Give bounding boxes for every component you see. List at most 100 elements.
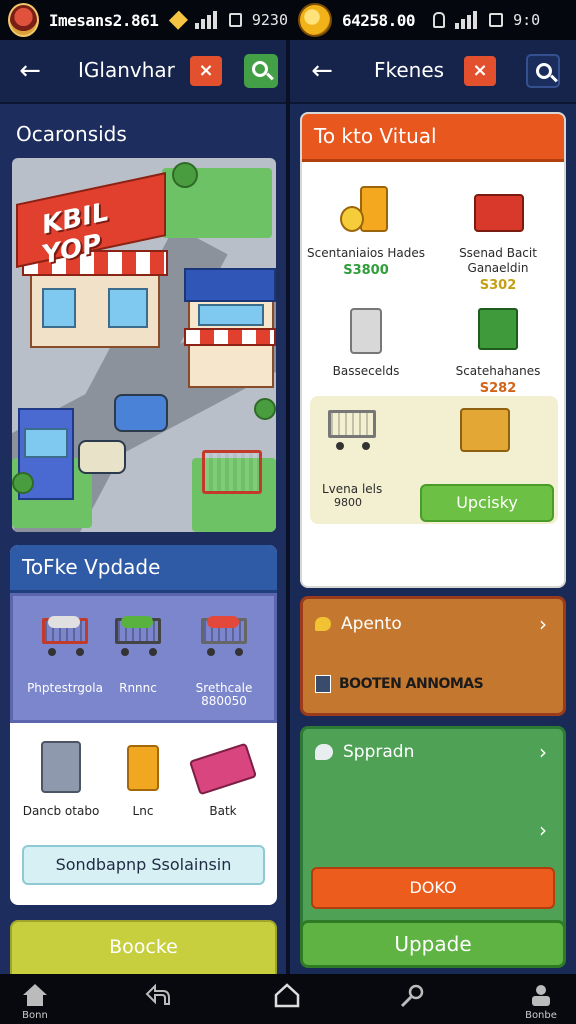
- item-name: Scatehahanes: [455, 364, 541, 378]
- store-item[interactable]: Bassecelds: [306, 304, 426, 379]
- list-item[interactable]: Batk: [180, 742, 266, 818]
- balance-text: 64258.00: [342, 10, 416, 30]
- phone-icon: [315, 675, 331, 693]
- list-item[interactable]: Rnnnc: [103, 612, 173, 695]
- item-label: Dancb otabo: [22, 804, 100, 818]
- arrow-left-icon: ←: [311, 56, 333, 86]
- shopping-cart-icon: [202, 450, 262, 494]
- store-item[interactable]: Scatehahanes S282: [438, 304, 558, 396]
- item-price: S282: [479, 381, 517, 396]
- close-icon: ×: [472, 60, 488, 81]
- green-box-icon: [470, 304, 526, 358]
- search-button[interactable]: [244, 54, 278, 88]
- nav-home[interactable]: Bonn: [0, 978, 70, 1024]
- store-item[interactable]: Ssenad Bacit Ganaeldin S302: [438, 186, 558, 293]
- status-time: 9:0: [513, 11, 541, 29]
- virtual-store-card: To kto Vitual Scentaniaios Hades S3800 S…: [300, 112, 566, 588]
- update-card-title: ToFke Vpdade: [22, 555, 161, 579]
- top-bar: ← Fkenes ×: [290, 40, 576, 104]
- top-bar: ← IGlanvhar ×: [0, 40, 286, 104]
- home-icon: [23, 984, 47, 1006]
- nav-house[interactable]: [252, 978, 322, 1024]
- virtual-store-header: To kto Vitual: [302, 114, 564, 162]
- nav-label: Bonn: [22, 1010, 48, 1021]
- profile-icon: [532, 985, 550, 1006]
- send-button[interactable]: Sondbapnp Ssolainsin: [22, 845, 265, 885]
- shopping-cart-icon: [38, 612, 92, 656]
- search-button[interactable]: [526, 54, 560, 88]
- back-button[interactable]: ←: [14, 56, 46, 88]
- red-chest-icon: [470, 186, 526, 240]
- bottom-card[interactable]: Boocke: [10, 920, 277, 974]
- upgrade-button[interactable]: Uppade: [300, 920, 566, 968]
- shield-icon: [315, 617, 331, 631]
- page-title: IGlanvhar: [78, 58, 175, 82]
- list-item[interactable]: Srethcale 880050: [179, 612, 269, 708]
- bottom-nav: Bonn Bonbe: [0, 974, 576, 1024]
- close-button[interactable]: ×: [464, 56, 496, 86]
- item-label: Lnc: [132, 804, 154, 818]
- shopping-cart-icon: [326, 404, 380, 450]
- search-key-icon: [400, 984, 424, 1008]
- appeal-sub-row[interactable]: BOOTEN ANNOMAS: [315, 669, 555, 699]
- virtual-store-title: To kto Vitual: [314, 124, 437, 148]
- featured-item-price: 9800: [334, 496, 362, 509]
- chat-icon: [315, 744, 333, 760]
- status-time: 9230: [251, 11, 288, 29]
- nav-label: Bonbe: [525, 1010, 557, 1021]
- status-bar-left: Imesans2.861 9230: [0, 0, 288, 40]
- list-item[interactable]: Lnc: [110, 745, 176, 818]
- upcisky-button[interactable]: Upcisky: [420, 484, 554, 522]
- list-item[interactable]: Phptestrgola: [23, 612, 107, 695]
- coin-box-icon: [460, 408, 510, 452]
- upgrade-row[interactable]: Sppradn ›: [315, 737, 555, 767]
- item-price: S3800: [343, 263, 389, 278]
- item-label: Batk: [209, 804, 237, 818]
- right-panel: ← Fkenes × To kto Vitual Scentaniaios Ha…: [290, 40, 576, 974]
- diamond-icon: [169, 10, 189, 30]
- item-name: Ssenad Bacit Ganaeldin: [459, 246, 537, 275]
- left-panel: ← IGlanvhar × Ocaronsids KBIL YOP ToFke …: [0, 40, 286, 974]
- update-card: ToFke Vpdade Phptestrgola Rnnnc Srethcal…: [10, 545, 277, 905]
- bottom-card-title: Boocke: [109, 936, 178, 958]
- back-button[interactable]: ←: [306, 56, 338, 88]
- city-illustration: KBIL YOP: [12, 158, 276, 532]
- status-bar: Imesans2.861 9230 64258.00 9:0: [0, 0, 576, 40]
- car: [78, 440, 126, 474]
- coin-icon: [298, 3, 332, 37]
- nav-profile[interactable]: Bonbe: [506, 978, 576, 1024]
- update-items-row: Dancb otabo Lnc Batk: [10, 725, 277, 835]
- doko-button[interactable]: DOKO: [311, 867, 555, 909]
- jar-icon: [127, 745, 159, 791]
- item-name: Bassecelds: [332, 364, 400, 378]
- signal-icon: [194, 11, 217, 29]
- item-label: Phptestrgola: [27, 681, 103, 695]
- upgrade-sub-row[interactable]: ›: [315, 815, 555, 845]
- back-icon: [145, 983, 170, 1005]
- featured-item-name: Lvena lels: [322, 482, 383, 496]
- arrow-left-icon: ←: [19, 56, 41, 86]
- update-items-row: Phptestrgola Rnnnc Srethcale 880050: [10, 593, 277, 723]
- signal-icon: [455, 11, 478, 29]
- bin-icon: [41, 741, 81, 793]
- store-item[interactable]: Scentaniaios Hades S3800: [306, 186, 426, 278]
- chevron-right-icon: ›: [539, 818, 547, 842]
- close-button[interactable]: ×: [190, 56, 222, 86]
- item-sublabel: 880050: [201, 694, 247, 708]
- list-item[interactable]: Dancb otabo: [16, 741, 106, 818]
- item-price: S302: [479, 278, 517, 293]
- item-name: Scentaniaios Hades: [307, 246, 425, 260]
- chevron-right-icon: ›: [539, 612, 547, 636]
- appeal-row[interactable]: Apento ›: [315, 609, 555, 639]
- carrier-text: Imesans2.861: [48, 10, 159, 30]
- car: [114, 394, 168, 432]
- trash-can-icon: [338, 304, 394, 358]
- nav-search[interactable]: [378, 978, 448, 1024]
- appeal-title: Apento: [341, 614, 402, 634]
- page-title: Fkenes: [374, 58, 445, 82]
- avatar[interactable]: [8, 3, 39, 37]
- wifi-icon: [228, 13, 242, 27]
- item-label: Rnnnc: [119, 681, 157, 695]
- coins-jar-icon: [338, 186, 394, 240]
- nav-back[interactable]: [122, 978, 192, 1024]
